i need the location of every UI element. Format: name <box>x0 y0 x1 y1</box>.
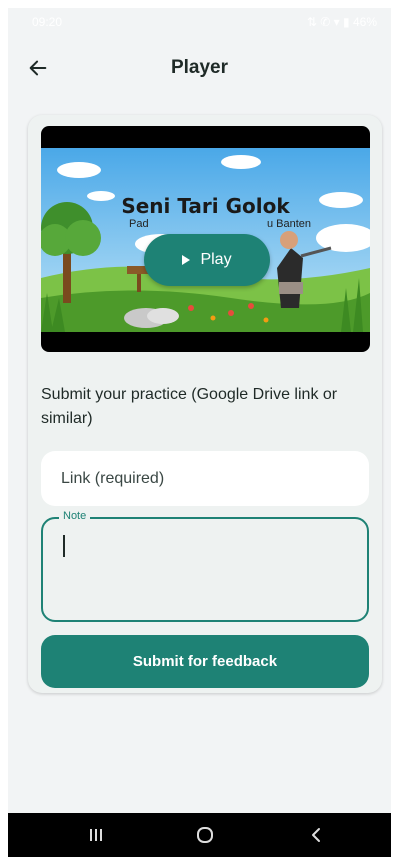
status-bar: 09:20 ⇅ ✆ ▾ ▮ 46% <box>8 8 391 34</box>
submit-prompt: Submit your practice (Google Drive link … <box>41 386 338 427</box>
thumbnail-subtitle-end: u Banten <box>267 218 312 230</box>
status-icons: ⇅ ✆ ▾ ▮ 46% <box>306 15 377 29</box>
thumbnail-title: Seni Tari Golok <box>121 194 290 218</box>
play-icon <box>182 255 191 265</box>
text-caret <box>63 535 65 557</box>
play-button[interactable]: Play <box>144 234 270 286</box>
play-label: Play <box>200 251 232 268</box>
home-icon <box>197 827 213 843</box>
system-nav-bar <box>8 813 391 857</box>
link-input[interactable] <box>41 451 369 506</box>
back-icon <box>312 828 320 842</box>
thumbnail-subtitle-start: Pad <box>129 218 149 230</box>
app-bar: Player <box>8 44 391 88</box>
app-screen: 09:20 ⇅ ✆ ▾ ▮ 46% Player Seni Tari Golok… <box>8 8 391 813</box>
note-input[interactable] <box>43 519 367 620</box>
home-button[interactable] <box>175 813 235 857</box>
recent-apps-button[interactable] <box>66 813 126 857</box>
note-field[interactable]: Note <box>41 510 369 622</box>
video-thumbnail: Seni Tari Golok Pad u Banten Play <box>41 148 370 332</box>
recent-apps-icon <box>90 829 102 841</box>
video-player[interactable]: Seni Tari Golok Pad u Banten Play <box>41 126 370 352</box>
submit-feedback-button[interactable]: Submit for feedback <box>41 635 369 688</box>
link-field[interactable] <box>41 451 369 506</box>
system-back-button[interactable] <box>286 813 346 857</box>
status-time: 09:20 <box>32 15 63 29</box>
page-title: Player <box>170 57 229 78</box>
player-card: Seni Tari Golok Pad u Banten Play Submit… <box>28 115 382 693</box>
